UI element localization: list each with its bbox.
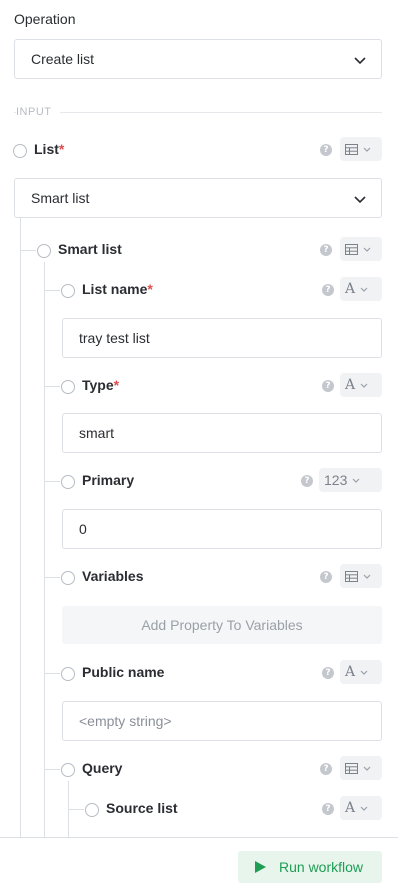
chevron-down-icon: [360, 806, 368, 811]
operation-select[interactable]: Create list: [14, 39, 382, 79]
type-input[interactable]: smart: [62, 413, 382, 453]
help-icon[interactable]: ?: [320, 571, 332, 583]
text-icon: A: [345, 281, 356, 297]
type-label: Type*: [82, 377, 120, 393]
chevron-down-icon: [352, 478, 360, 483]
type-selector-primary[interactable]: 123: [319, 468, 382, 492]
help-icon[interactable]: ?: [322, 667, 334, 679]
input-section-label: INPUT: [16, 106, 60, 118]
run-workflow-label: Run workflow: [279, 859, 364, 875]
type-value: smart: [79, 425, 114, 441]
tree-branch: [44, 577, 60, 578]
list-select-value: Smart list: [31, 190, 90, 206]
help-icon[interactable]: ?: [322, 380, 334, 392]
list-name-radio[interactable]: [61, 284, 75, 298]
public-name-placeholder: <empty string>: [79, 713, 172, 729]
help-icon[interactable]: ?: [301, 475, 313, 487]
operation-select-value: Create list: [31, 51, 95, 67]
table-icon: [345, 762, 358, 774]
chevron-down-icon: [363, 147, 371, 152]
variables-radio[interactable]: [61, 571, 75, 585]
chevron-down-icon: [354, 57, 366, 65]
source-list-label: Source list: [106, 800, 178, 816]
table-icon: [345, 143, 358, 155]
public-name-label: Public name: [82, 664, 165, 680]
variables-label: Variables: [82, 568, 144, 584]
type-selector-variables[interactable]: [340, 564, 382, 588]
source-list-radio[interactable]: [85, 803, 99, 817]
primary-label: Primary: [82, 472, 135, 488]
primary-value: 0: [79, 521, 87, 537]
help-icon[interactable]: ?: [320, 763, 332, 775]
table-icon: [345, 243, 358, 255]
public-name-input[interactable]: <empty string>: [62, 701, 382, 741]
tree-line: [20, 218, 21, 837]
list-select[interactable]: Smart list: [14, 178, 382, 218]
tree-branch: [44, 386, 60, 387]
chevron-down-icon: [354, 196, 366, 204]
public-name-radio[interactable]: [61, 667, 75, 681]
chevron-down-icon: [360, 383, 368, 388]
footer-bar: Run workflow: [0, 837, 398, 894]
list-name-label: List name*: [82, 281, 153, 297]
tree-branch: [20, 250, 36, 251]
text-icon: A: [345, 800, 356, 816]
smart-list-radio[interactable]: [37, 244, 51, 258]
list-name-value: tray test list: [79, 330, 150, 346]
table-icon: [345, 570, 358, 582]
primary-input[interactable]: 0: [62, 509, 382, 549]
help-icon[interactable]: ?: [320, 144, 332, 156]
type-selector-query[interactable]: [340, 756, 382, 780]
tree-line: [44, 262, 45, 837]
help-icon[interactable]: ?: [322, 803, 334, 815]
number-icon: 123: [324, 472, 348, 488]
tree-branch: [44, 481, 60, 482]
add-property-button[interactable]: Add Property To Variables: [62, 606, 382, 644]
type-selector-source-list[interactable]: A: [340, 796, 382, 820]
list-label: List*: [34, 141, 65, 157]
chevron-down-icon: [363, 574, 371, 579]
play-icon: [255, 861, 266, 873]
chevron-down-icon: [360, 670, 368, 675]
tree-branch: [44, 290, 60, 291]
run-workflow-button[interactable]: Run workflow: [238, 851, 382, 883]
chevron-down-icon: [360, 287, 368, 292]
operation-label: Operation: [14, 11, 76, 27]
chevron-down-icon: [363, 766, 371, 771]
list-radio[interactable]: [13, 144, 27, 158]
query-radio[interactable]: [61, 763, 75, 777]
help-icon[interactable]: ?: [320, 244, 332, 256]
type-selector-smart-list[interactable]: [340, 237, 382, 261]
text-icon: A: [345, 377, 356, 393]
type-radio[interactable]: [61, 380, 75, 394]
help-icon[interactable]: ?: [322, 284, 334, 296]
section-divider: [14, 112, 382, 113]
type-selector-type[interactable]: A: [340, 373, 382, 397]
smart-list-label: Smart list: [58, 241, 122, 257]
text-icon: A: [345, 664, 356, 680]
primary-radio[interactable]: [61, 475, 75, 489]
query-label: Query: [82, 760, 123, 776]
chevron-down-icon: [363, 247, 371, 252]
tree-branch: [44, 673, 60, 674]
type-selector-public-name[interactable]: A: [340, 660, 382, 684]
tree-branch: [68, 809, 84, 810]
tree-branch: [44, 769, 60, 770]
type-selector-list[interactable]: [340, 137, 382, 161]
type-selector-list-name[interactable]: A: [340, 277, 382, 301]
list-name-input[interactable]: tray test list: [62, 318, 382, 358]
